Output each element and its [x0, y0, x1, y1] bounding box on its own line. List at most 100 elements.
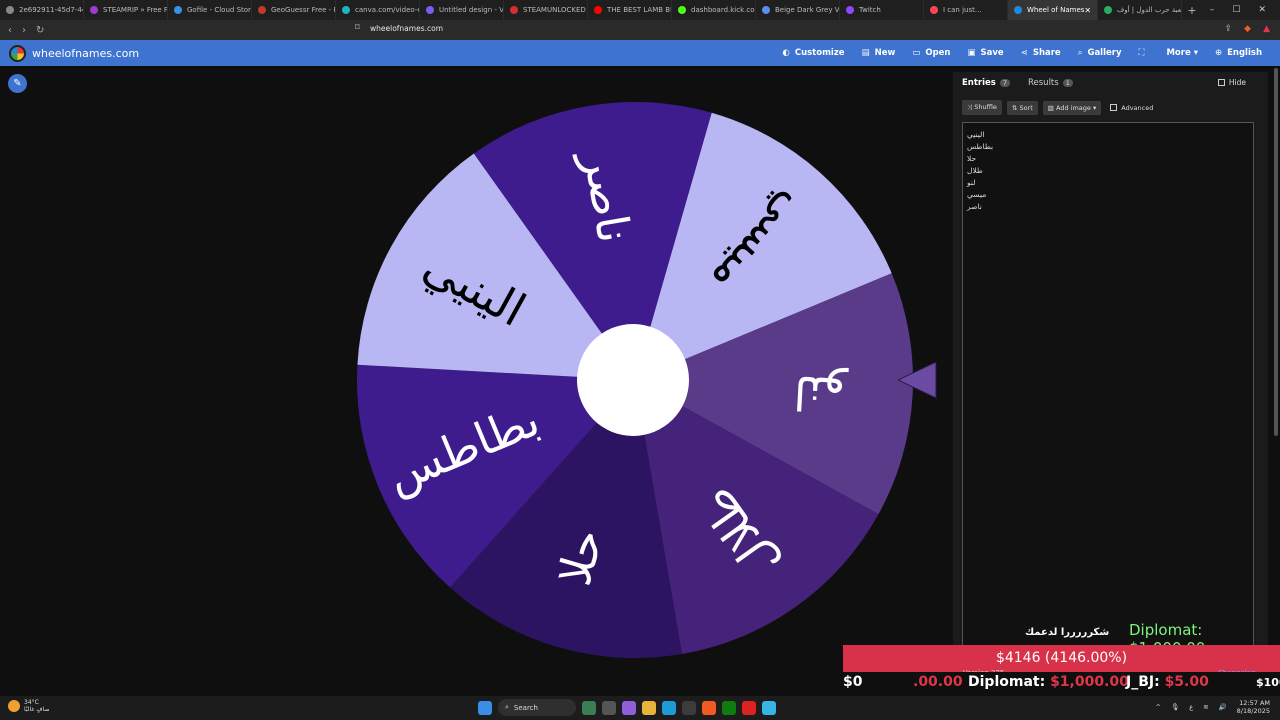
site-name[interactable]: wheelofnames.com — [32, 47, 139, 60]
advanced-toggle[interactable]: Advanced — [1110, 104, 1153, 112]
xbox-icon[interactable] — [722, 700, 736, 715]
weather-widget[interactable]: 34°C صافٍ غالبًا — [8, 699, 49, 713]
customize-button[interactable]: ◐ Customize — [782, 48, 844, 58]
browser-tab[interactable]: لعبة حرب الدول | أوف... — [1098, 0, 1182, 20]
tab-results[interactable]: Results 1 — [1028, 78, 1073, 88]
forward-icon[interactable]: › — [22, 25, 26, 36]
tab-favicon-icon — [6, 6, 14, 14]
app-header: wheelofnames.com ◐ Customize ▤ New ▭ Open ▣… — [0, 40, 1280, 66]
browser-tab[interactable]: 2e692911-45d7-44c... — [0, 0, 84, 20]
tab-label: Beige Dark Grey Vinta... — [775, 6, 840, 14]
browser-tab[interactable]: Twitch — [840, 0, 924, 20]
edge-icon[interactable] — [662, 700, 676, 715]
brave-shield-icon[interactable]: ◆ — [1244, 24, 1251, 34]
browser-tab[interactable]: I can just... — [924, 0, 1008, 20]
tab-label: Untitled design - Vide... — [439, 6, 504, 14]
browser-tab[interactable]: STEAMUNLOCKED » F... — [504, 0, 588, 20]
save-button[interactable]: ▣ Save — [968, 48, 1004, 58]
back-icon[interactable]: ‹ — [8, 25, 12, 36]
url-field[interactable]: wheelofnames.com — [370, 24, 443, 33]
tab-favicon-icon — [1104, 6, 1112, 14]
language-button[interactable]: ⊕ English — [1215, 48, 1262, 58]
more-button[interactable]: More ▾ — [1166, 48, 1198, 58]
tab-favicon-icon — [930, 6, 938, 14]
wifi-icon[interactable]: ≋ — [1203, 703, 1208, 711]
share-page-icon[interactable]: ⇪ — [1225, 24, 1233, 34]
store-icon[interactable] — [682, 700, 696, 715]
tab-label: STEAMRIP » Free Pre... — [103, 6, 168, 14]
entry-line: الينيي — [967, 130, 985, 139]
advanced-checkbox[interactable] — [1110, 104, 1118, 111]
add-image-button[interactable]: ▨ Add image ▾ — [1042, 100, 1102, 115]
overlay-donation-bar: $4146 (4146.00%) — [843, 645, 1280, 672]
tab-favicon-icon — [510, 6, 518, 14]
share-button[interactable]: ⋖ Share — [1021, 48, 1061, 58]
edit-pencil-icon[interactable]: ✎ — [8, 74, 27, 93]
minimize-icon[interactable]: – — [1210, 5, 1215, 15]
browser-tab[interactable]: dashboard.kick.com/... — [672, 0, 756, 20]
entry-line: ناصر — [967, 202, 982, 211]
image-icon: ▨ — [1047, 103, 1056, 112]
browser-tab[interactable]: GeoGuessr Free - Play — [252, 0, 336, 20]
bookmark-icon[interactable]: ⌑ — [355, 23, 360, 33]
wheel-slice-label: لنو — [792, 364, 849, 422]
wheel-pointer-icon — [898, 362, 937, 399]
input-language[interactable]: ع — [1189, 703, 1193, 711]
browser-tab[interactable]: Gofile - Cloud Storage — [168, 0, 252, 20]
reload-icon[interactable]: ↻ — [36, 25, 44, 36]
volume-icon[interactable]: 🔊 — [1219, 703, 1227, 711]
entries-textarea[interactable]: الينيي بطاطس حلا طلال لنو ميسي ناصر — [962, 122, 1254, 652]
tab-label: THE BEST LAMB BUR... — [607, 6, 671, 14]
browser-tab[interactable]: THE BEST LAMB BUR... — [588, 0, 672, 20]
hide-checkbox[interactable] — [1217, 79, 1225, 86]
page-scrollbar[interactable] — [1274, 68, 1278, 436]
brave-icon[interactable] — [702, 700, 716, 715]
open-button[interactable]: ▭ Open — [912, 48, 950, 58]
tab-label: 2e692911-45d7-44c... — [19, 6, 83, 14]
browser-tab[interactable]: Untitled design - Vide... — [420, 0, 504, 20]
gallery-button[interactable]: ⌕ Gallery — [1078, 48, 1122, 58]
file-explorer-icon[interactable] — [642, 700, 656, 715]
wheel-svg[interactable]: ميسيلنوطلالحلابطاطسالينييناصر — [355, 100, 915, 660]
obs-icon[interactable] — [742, 700, 756, 715]
tab-label: I can just... — [943, 6, 982, 14]
maximize-icon[interactable]: ☐ — [1232, 5, 1240, 15]
shuffle-button[interactable]: ⤨ Shuffle — [962, 100, 1002, 115]
browser-tab[interactable]: STEAMRIP » Free Pre... — [84, 0, 168, 20]
task-view-icon[interactable] — [602, 700, 616, 715]
browser-tab[interactable]: canva.com/video-edit... — [336, 0, 420, 20]
rewards-icon[interactable]: ▲ — [1263, 24, 1270, 34]
new-tab-button[interactable]: + — [1182, 4, 1202, 17]
browser-tab[interactable]: Beige Dark Grey Vinta... — [756, 0, 840, 20]
new-button[interactable]: ▤ New — [862, 48, 896, 58]
wheel-logo-icon[interactable] — [9, 44, 26, 62]
top-menu: ◐ Customize ▤ New ▭ Open ▣ Save ⋖ Share ⌕ Gall… — [782, 40, 1262, 66]
tab-label: لعبة حرب الدول | أوف... — [1117, 6, 1182, 14]
copilot-icon[interactable] — [622, 700, 636, 715]
tab-entries[interactable]: Entries 7 — [962, 78, 1010, 88]
tab-label: canva.com/video-edit... — [355, 6, 420, 14]
clock[interactable]: 12:57 AM 8/18/2025 — [1237, 699, 1270, 715]
sort-button[interactable]: ⇅ Sort — [1006, 100, 1038, 115]
close-window-icon[interactable]: ✕ — [1258, 5, 1266, 15]
tab-label: STEAMUNLOCKED » F... — [523, 6, 587, 14]
overlay-diplomat-label: Diplomat: — [968, 674, 1046, 690]
start-icon[interactable] — [478, 700, 492, 715]
notepad-icon[interactable] — [762, 700, 776, 715]
tab-label: Wheel of Names — [1027, 6, 1085, 14]
tab-favicon-icon — [258, 6, 266, 14]
chevron-up-icon[interactable]: ^ — [1156, 703, 1161, 711]
entry-line: ميسي — [967, 190, 987, 199]
widget-icon[interactable] — [582, 700, 596, 715]
palette-icon: ◐ — [782, 48, 790, 58]
mic-icon[interactable]: 🎙 — [1171, 703, 1179, 711]
wheel-center-button[interactable] — [577, 324, 689, 436]
window-controls: – ☐ ✕ — [1210, 5, 1280, 15]
browser-tab-bar: 2e692911-45d7-44c... STEAMRIP » Free Pre.… — [0, 0, 1280, 20]
fullscreen-button[interactable]: ⛶ — [1139, 48, 1150, 58]
hide-toggle[interactable]: Hide — [1217, 78, 1246, 87]
wheel[interactable]: ميسي لنو طلال حلا بطاطس الينيي ناصر — [355, 100, 915, 660]
browser-tab[interactable]: Wheel of Names ✕ — [1008, 0, 1098, 20]
close-tab-icon[interactable]: ✕ — [1084, 6, 1091, 15]
taskbar-search[interactable]: ⌕ Search — [498, 699, 576, 716]
